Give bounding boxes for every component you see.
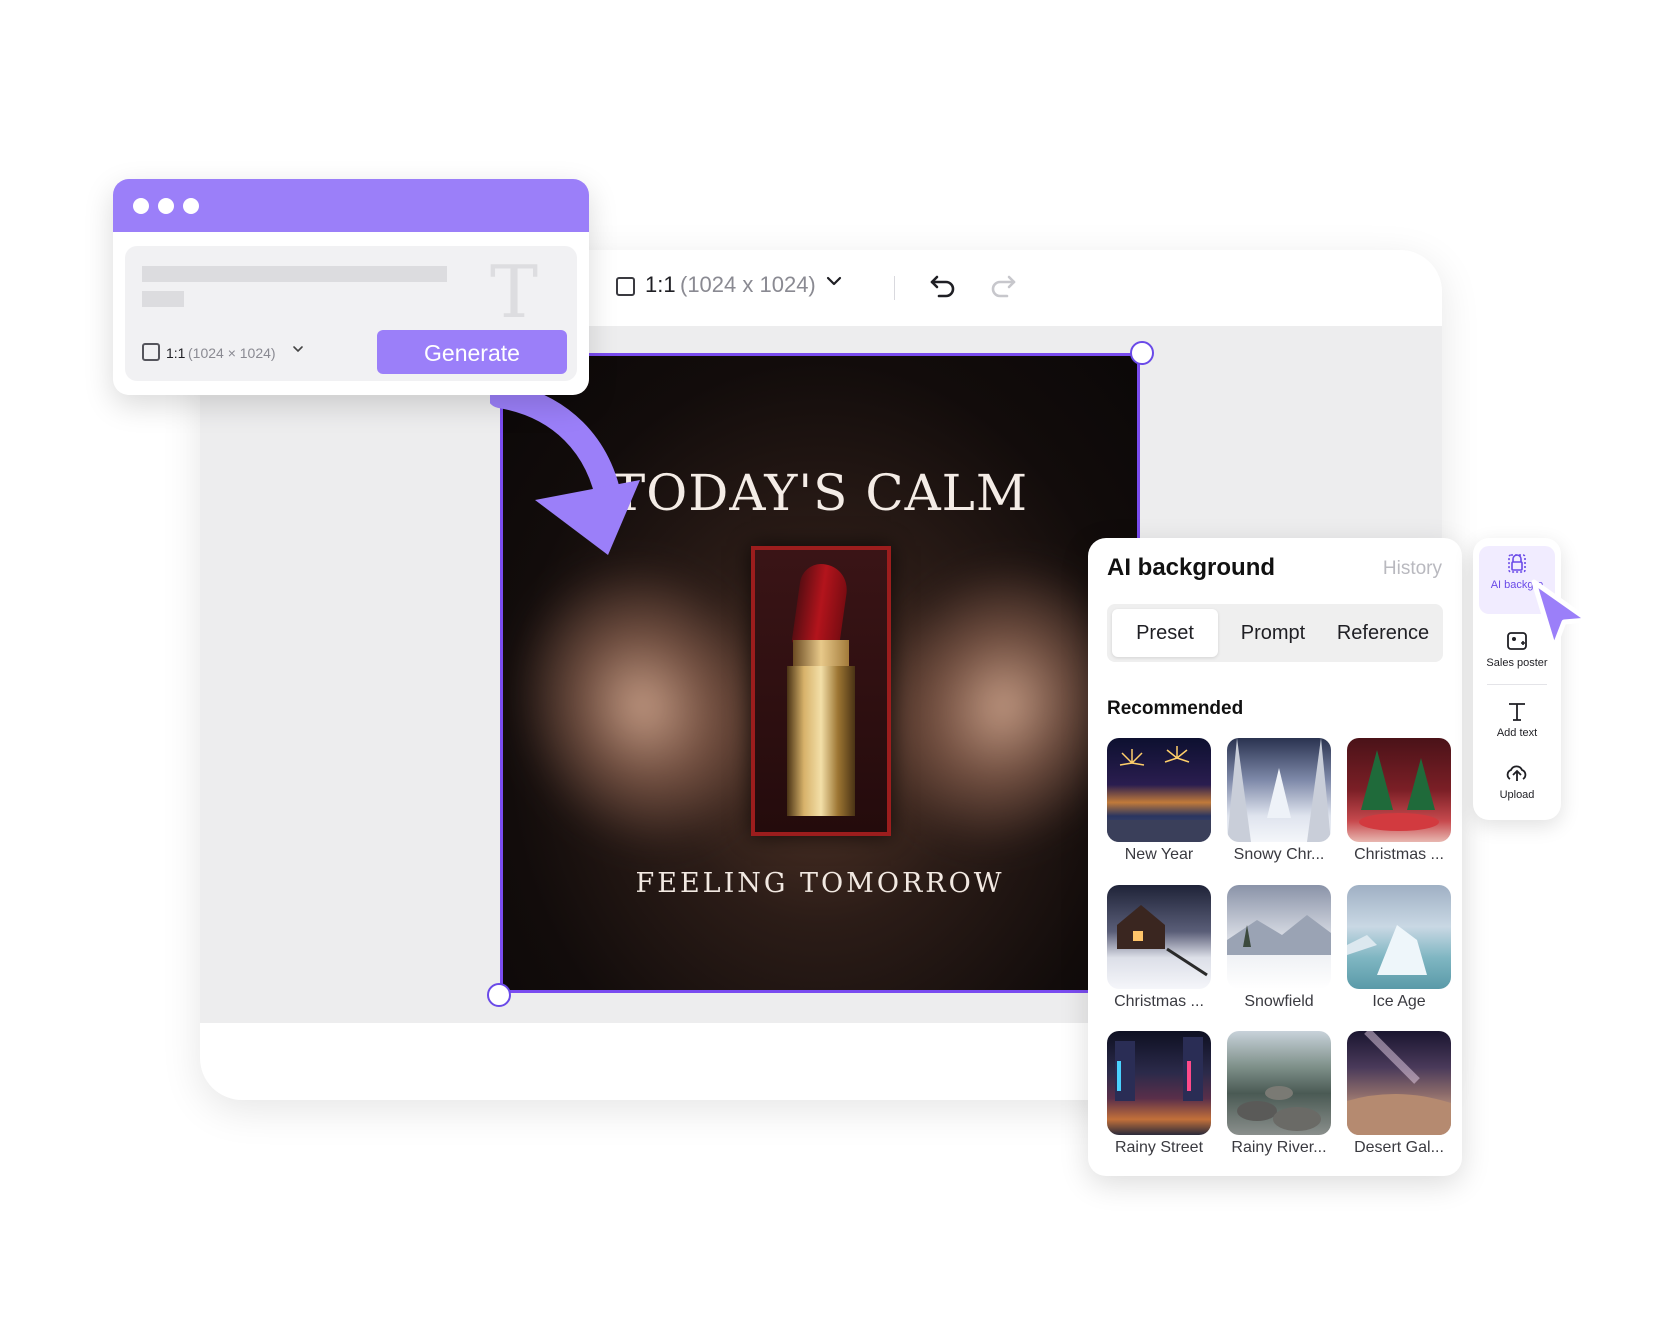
tab-preset[interactable]: Preset: [1112, 609, 1218, 657]
preset-thumbnail-desert-galaxy[interactable]: [1347, 1031, 1451, 1135]
resize-handle-bottom-left[interactable]: [487, 983, 511, 1007]
generate-button[interactable]: Generate: [377, 330, 567, 374]
ai-background-panel: AI background History Preset Prompt Refe…: [1088, 538, 1462, 1176]
ratio-icon[interactable]: [142, 343, 160, 361]
preset-thumbnail-new-year[interactable]: [1107, 738, 1211, 842]
preset-thumbnail-christmas-cabin[interactable]: [1107, 885, 1211, 989]
chevron-down-icon[interactable]: [825, 272, 843, 290]
text-icon: T: [490, 250, 539, 334]
preset-thumbnail-rainy-river[interactable]: [1227, 1031, 1331, 1135]
preset-thumbnail-christmas[interactable]: [1347, 738, 1451, 842]
preset-label: Snowy Chr...: [1233, 846, 1325, 863]
ratio-dimensions[interactable]: (1024 × 1024): [188, 345, 276, 361]
preset-thumbnail-snowy-christmas[interactable]: [1227, 738, 1331, 842]
side-item-add-text[interactable]: Add text: [1479, 700, 1555, 740]
side-item-label: Add text: [1496, 727, 1538, 739]
preset-label: Snowfield: [1244, 993, 1314, 1010]
preset-label: Desert Gal...: [1354, 1139, 1444, 1156]
preset-label: Rainy Street: [1114, 1139, 1204, 1156]
popup-title-bar: [113, 179, 589, 232]
preset-label: New Year: [1124, 846, 1194, 863]
section-title: Recommended: [1107, 698, 1244, 719]
chevron-down-icon[interactable]: [292, 343, 304, 355]
lipstick-neck: [793, 640, 849, 668]
lipstick-product-image[interactable]: [751, 546, 891, 836]
preset-thumbnail-snowfield[interactable]: [1227, 885, 1331, 989]
lipstick-bullet: [791, 564, 851, 644]
generate-popup: T 1:1 (1024 × 1024) Generate: [113, 179, 589, 395]
preset-thumbnail-ice-age[interactable]: [1347, 885, 1451, 989]
text-placeholder-line: [142, 291, 184, 307]
ratio-selector[interactable]: 1:1: [166, 345, 185, 361]
lipstick-case: [787, 666, 855, 816]
side-item-label: Sales poster: [1486, 657, 1548, 669]
ratio-icon[interactable]: [616, 277, 635, 296]
side-item-upload[interactable]: Upload: [1479, 762, 1555, 802]
window-dot-icon: [183, 198, 199, 214]
panel-title: AI background: [1107, 554, 1276, 581]
preset-label: Rainy River...: [1231, 1139, 1327, 1156]
curved-arrow-icon: [490, 385, 640, 555]
panel-tabs: Preset Prompt Reference: [1107, 604, 1443, 662]
window-dot-icon: [158, 198, 174, 214]
tab-prompt[interactable]: Prompt: [1220, 609, 1326, 657]
window-dot-icon: [133, 198, 149, 214]
text-icon: [1509, 703, 1525, 721]
preset-label: Ice Age: [1372, 993, 1426, 1010]
redo-icon[interactable]: [987, 270, 1019, 302]
preset-label: Christmas ...: [1354, 846, 1444, 863]
history-link[interactable]: History: [1383, 558, 1442, 580]
side-item-label: Upload: [1499, 789, 1535, 801]
poster-subtitle[interactable]: FEELING TOMORROW: [503, 868, 1137, 899]
undo-icon[interactable]: [927, 270, 959, 302]
upload-cloud-icon: [1506, 765, 1527, 781]
ratio-selector[interactable]: 1:1: [645, 272, 676, 298]
toolbar-divider: [894, 276, 895, 300]
preset-label: Christmas ...: [1114, 993, 1204, 1010]
mouse-pointer-icon: [1531, 579, 1591, 651]
ratio-dimensions[interactable]: (1024 x 1024): [680, 272, 816, 298]
prompt-area[interactable]: T 1:1 (1024 × 1024) Generate: [125, 246, 577, 381]
text-placeholder-line: [142, 266, 447, 282]
tab-reference[interactable]: Reference: [1327, 609, 1439, 657]
ai-background-icon: [1508, 554, 1526, 573]
preset-thumbnail-rainy-street[interactable]: [1107, 1031, 1211, 1135]
resize-handle-top-right[interactable]: [1130, 341, 1154, 365]
side-toolbar-divider: [1487, 684, 1547, 685]
